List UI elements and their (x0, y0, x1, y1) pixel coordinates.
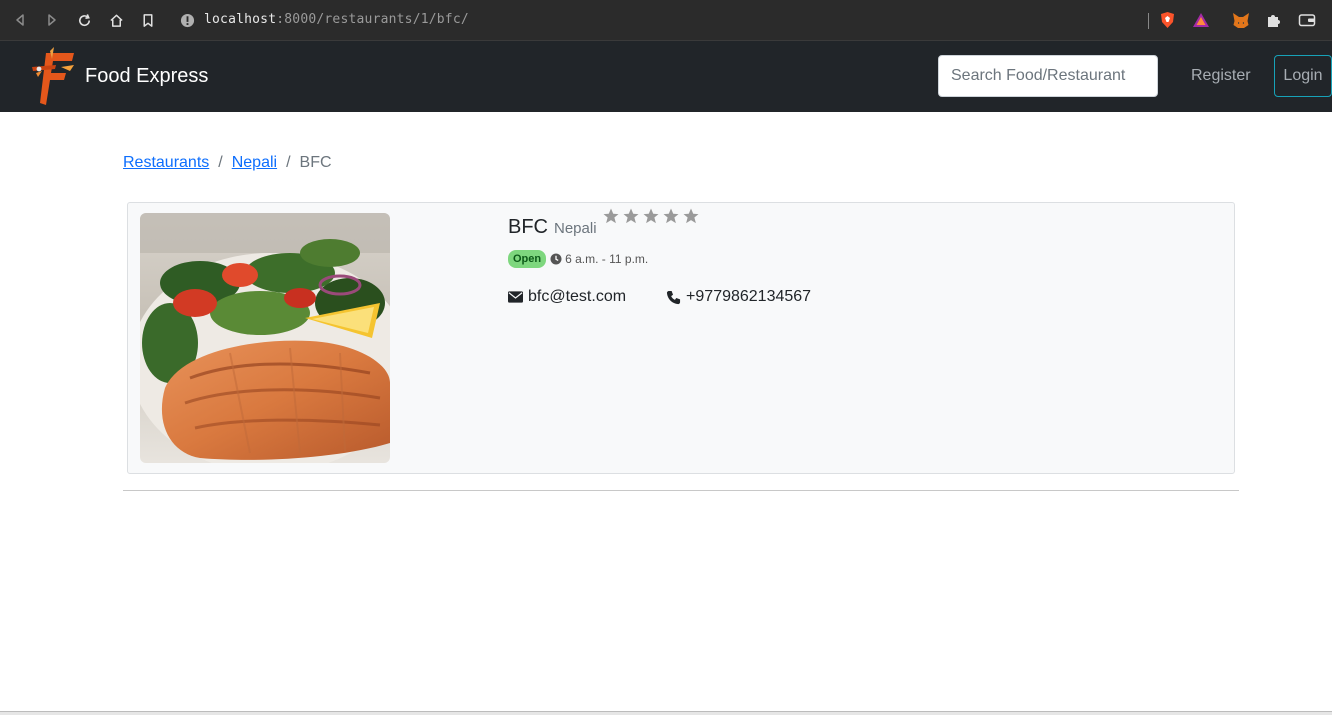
breadcrumb-separator: / (218, 154, 223, 171)
title-row: BFC Nepali (508, 208, 811, 239)
star-icon[interactable] (662, 207, 680, 225)
star-icon[interactable] (642, 207, 660, 225)
restaurant-cuisine: Nepali (554, 220, 597, 237)
rewards-triangle-icon[interactable] (1192, 11, 1210, 29)
home-icon[interactable] (107, 11, 125, 29)
brave-shield-icon[interactable] (1158, 11, 1176, 29)
email-contact: bfc@test.com (508, 288, 626, 306)
metamask-fox-icon[interactable] (1232, 11, 1250, 29)
contact-row: bfc@test.com +9779862134567 (508, 288, 811, 306)
email-text: bfc@test.com (528, 288, 627, 305)
food-express-logo[interactable] (30, 47, 80, 107)
brand-name[interactable]: Food Express (85, 65, 208, 88)
restaurant-info: BFC Nepali Open 6 a.m. - 11 p.m. bfc@tes… (508, 208, 811, 306)
restaurant-card: BFC Nepali Open 6 a.m. - 11 p.m. bfc@tes… (127, 202, 1235, 474)
star-icon[interactable] (602, 207, 620, 225)
breadcrumb-restaurants-link[interactable]: Restaurants (123, 154, 209, 172)
site-info-icon[interactable] (180, 13, 195, 28)
phone-text: +9779862134567 (686, 288, 812, 305)
restaurant-name: BFC (508, 216, 548, 238)
clock-icon (550, 253, 562, 265)
phone-icon (666, 290, 681, 304)
site-navbar: Food Express Register Login (0, 41, 1332, 112)
restaurant-photo (140, 213, 390, 463)
star-icon[interactable] (622, 207, 640, 225)
breadcrumb-cuisine-link[interactable]: Nepali (232, 154, 277, 172)
wallet-icon[interactable] (1298, 11, 1316, 29)
bookmark-icon[interactable] (139, 11, 157, 29)
opening-hours: 6 a.m. - 11 p.m. (565, 252, 649, 266)
reload-icon[interactable] (75, 11, 93, 29)
extensions-puzzle-icon[interactable] (1265, 11, 1283, 29)
status-badge: Open (508, 250, 547, 268)
search-input[interactable] (938, 55, 1158, 97)
url-host: localhost (204, 12, 277, 27)
browser-toolbar: localhost:8000/restaurants/1/bfc/ (0, 0, 1332, 41)
envelope-icon (508, 291, 523, 303)
forward-icon[interactable] (43, 11, 61, 29)
status-row: Open 6 a.m. - 11 p.m. (508, 250, 811, 268)
register-link[interactable]: Register (1191, 67, 1251, 85)
phone-contact: +9779862134567 (666, 288, 811, 306)
login-button[interactable]: Login (1274, 55, 1332, 97)
address-bar[interactable]: localhost:8000/restaurants/1/bfc/ (204, 12, 469, 27)
rating-stars[interactable] (602, 207, 702, 225)
section-divider (123, 490, 1239, 491)
url-path: :8000/restaurants/1/bfc/ (276, 12, 469, 27)
breadcrumb: Restaurants / Nepali / BFC (123, 154, 332, 172)
back-icon[interactable] (11, 11, 29, 29)
window-bottom-edge (0, 711, 1332, 715)
breadcrumb-separator: / (286, 154, 291, 171)
star-icon[interactable] (682, 207, 700, 225)
breadcrumb-current: BFC (299, 154, 332, 171)
toolbar-divider (1148, 13, 1149, 29)
